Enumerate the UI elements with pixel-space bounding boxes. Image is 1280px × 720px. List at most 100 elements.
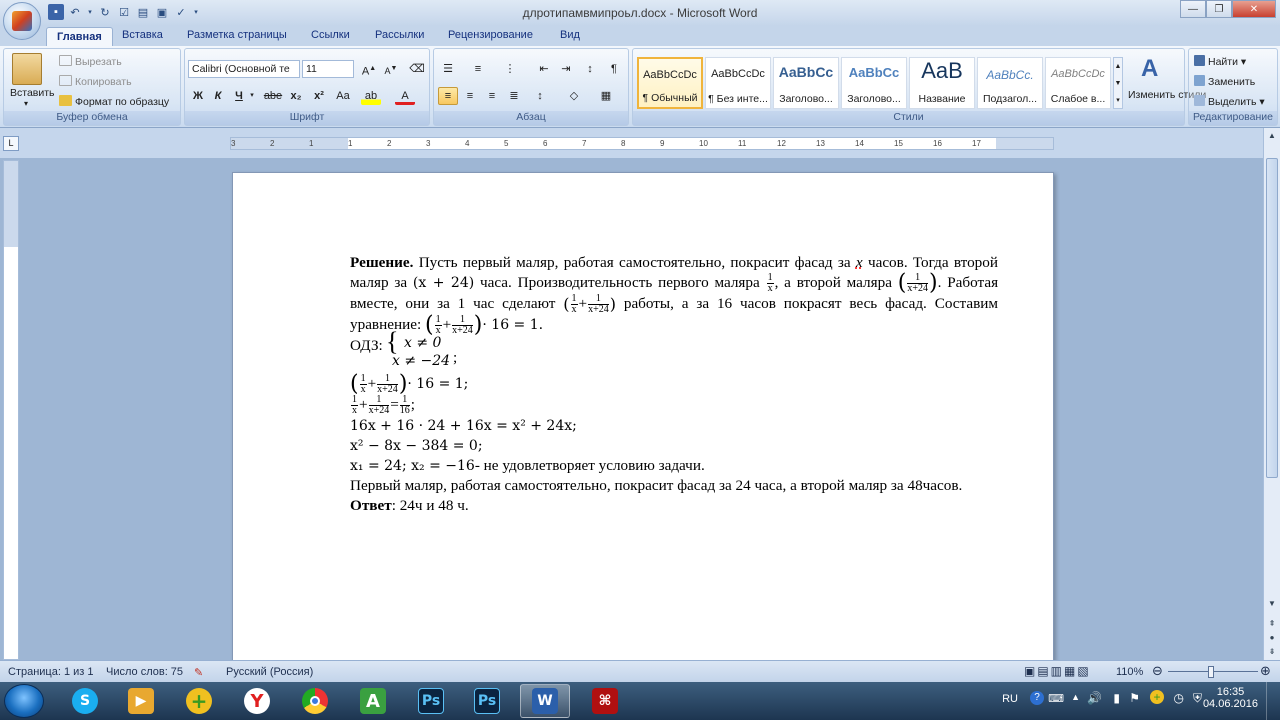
increase-indent-icon[interactable]: ⇥ <box>556 60 576 78</box>
clock[interactable]: 16:35 04.06.2016 <box>1203 686 1258 710</box>
style-title[interactable]: AaB Название <box>909 57 975 109</box>
tab-insert[interactable]: Вставка <box>122 29 163 41</box>
taskbar-acrobat[interactable]: ⌘ <box>580 684 630 718</box>
taskbar-skype[interactable]: S <box>60 684 110 718</box>
decrease-indent-icon[interactable]: ⇤ <box>534 60 554 78</box>
style-heading1[interactable]: AaBbCc Заголово... <box>773 57 839 109</box>
copy-button[interactable]: Копировать <box>59 75 132 88</box>
taskbar-media[interactable]: ▶ <box>116 684 166 718</box>
volume-icon[interactable]: 🔊 <box>1087 691 1102 705</box>
taskbar-chrome[interactable] <box>290 684 340 718</box>
cut-button[interactable]: Вырезать <box>59 55 122 68</box>
taskbar-plus-app[interactable]: + <box>174 684 224 718</box>
numbering-icon[interactable]: ≡ <box>468 60 488 78</box>
find-button[interactable]: Найти ▾ <box>1194 55 1246 68</box>
shrink-font-button[interactable]: A▼ <box>381 60 401 78</box>
vertical-scrollbar[interactable]: ▲ ▼ ⇞ ● ⇟ <box>1263 128 1280 660</box>
change-case-button[interactable]: Aa <box>333 87 353 105</box>
style-subtle-emphasis[interactable]: AaBbCcDc Слабое в... <box>1045 57 1111 109</box>
style-subtitle[interactable]: AaBbCc. Подзагол... <box>977 57 1043 109</box>
keyboard-icon[interactable]: ⌨ <box>1048 692 1064 705</box>
sort-icon[interactable]: ↕ <box>580 60 600 78</box>
tab-review[interactable]: Рецензирование <box>448 29 533 41</box>
align-left-icon[interactable]: ≡ <box>438 87 458 105</box>
tray-expand-icon[interactable]: ▲ <box>1071 692 1080 702</box>
maximize-button[interactable]: ❐ <box>1206 0 1232 18</box>
superscript-button[interactable]: x² <box>309 87 329 105</box>
change-styles-icon[interactable]: A <box>1141 55 1167 82</box>
font-size-combo[interactable]: 11 <box>302 60 354 78</box>
flag-icon[interactable]: ⚑ <box>1129 691 1140 705</box>
multilevel-list-icon[interactable]: ⋮ <box>500 60 520 78</box>
minimize-button[interactable]: — <box>1180 0 1206 18</box>
justify-icon[interactable]: ≣ <box>504 87 524 105</box>
vertical-ruler[interactable] <box>3 160 19 660</box>
font-color-icon[interactable]: A <box>395 87 415 105</box>
tab-selector-button[interactable]: L <box>3 136 19 151</box>
zoom-out-icon[interactable]: ⊖ <box>1152 663 1163 679</box>
tab-home[interactable]: Главная <box>46 27 113 46</box>
subscript-button[interactable]: x₂ <box>286 87 306 105</box>
font-name-combo[interactable]: Calibri (Основной те <box>188 60 300 78</box>
tab-references[interactable]: Ссылки <box>311 29 350 41</box>
style-normal[interactable]: AaBbCcDc ¶ Обычный <box>637 57 703 109</box>
taskbar-photoshop-1[interactable]: Ps <box>406 684 456 718</box>
clear-format-icon[interactable]: ⌫ <box>407 60 427 78</box>
underline-button[interactable]: Ч <box>229 87 249 105</box>
update-icon[interactable]: ◷ <box>1174 691 1184 705</box>
bold-button[interactable]: Ж <box>188 87 208 105</box>
grow-font-button[interactable]: A▲ <box>359 60 379 78</box>
help-icon[interactable]: ? <box>1030 691 1044 705</box>
highlight-icon[interactable]: ab <box>361 87 381 105</box>
tab-mailings[interactable]: Рассылки <box>375 29 424 41</box>
document-page[interactable]: Решение. Пусть первый маляр, работая сам… <box>232 172 1054 672</box>
align-center-icon[interactable]: ≡ <box>460 87 480 105</box>
view-buttons[interactable]: ▣▤▥▦▧ <box>1024 664 1091 678</box>
taskbar-photoshop-2[interactable]: Ps <box>462 684 512 718</box>
scroll-up-icon[interactable]: ▲ <box>1266 130 1278 142</box>
shading-icon[interactable]: ◇ <box>564 87 584 105</box>
bullets-icon[interactable]: ☰ <box>438 60 458 78</box>
taskbar-app-a[interactable]: A <box>348 684 398 718</box>
page-count[interactable]: Страница: 1 из 1 <box>8 666 94 678</box>
style-heading2[interactable]: AaBbCc Заголово... <box>841 57 907 109</box>
zoom-level[interactable]: 110% <box>1116 666 1143 678</box>
paste-dropdown-icon[interactable]: ▾ <box>24 99 28 108</box>
network-icon[interactable]: ▮ <box>1113 691 1120 705</box>
tab-page-layout[interactable]: Разметка страницы <box>187 29 287 41</box>
zoom-in-icon[interactable]: ⊕ <box>1260 663 1271 679</box>
browse-object-icon[interactable]: ● <box>1266 632 1278 644</box>
line-spacing-icon[interactable]: ↕ <box>530 87 550 105</box>
italic-button[interactable]: К <box>208 87 228 105</box>
paste-button[interactable]: Вставить <box>10 87 55 99</box>
plus-tray-icon[interactable]: + <box>1150 690 1164 704</box>
show-desktop-button[interactable] <box>1266 682 1280 720</box>
taskbar-word[interactable]: W <box>520 684 570 718</box>
show-marks-icon[interactable]: ¶ <box>604 60 624 78</box>
language-indicator[interactable]: Русский (Россия) <box>226 666 313 678</box>
word-count[interactable]: Число слов: 75 <box>106 666 183 678</box>
horizontal-ruler[interactable]: 3 2 1 1 2 3 4 5 6 7 8 9 10 11 12 13 14 15 16 17 <box>230 137 1054 150</box>
scroll-thumb[interactable] <box>1266 158 1278 478</box>
styles-scroll[interactable]: ▲ ▼ ▾ <box>1113 57 1123 109</box>
underline-dropdown-icon[interactable]: ▾ <box>247 87 257 105</box>
tab-view[interactable]: Вид <box>560 29 580 41</box>
format-painter-button[interactable]: Формат по образцу <box>59 95 169 108</box>
replace-button[interactable]: Заменить <box>1194 75 1255 88</box>
style-no-spacing[interactable]: AaBbCcDc ¶ Без инте... <box>705 57 771 109</box>
align-right-icon[interactable]: ≡ <box>482 87 502 105</box>
zoom-slider[interactable] <box>1208 666 1214 678</box>
document-body[interactable]: Решение. Пусть первый маляр, работая сам… <box>350 253 998 516</box>
select-button[interactable]: Выделить ▾ <box>1194 95 1265 108</box>
borders-icon[interactable]: ▦ <box>596 87 616 105</box>
paste-icon[interactable] <box>12 53 42 85</box>
shield-icon[interactable]: ⛨ <box>1193 691 1202 706</box>
language-indicator-tray[interactable]: RU <box>1002 693 1018 705</box>
taskbar-yandex[interactable]: Y <box>232 684 282 718</box>
strikethrough-button[interactable]: abe <box>263 87 283 105</box>
proofing-icon[interactable]: ✎ <box>194 666 203 679</box>
scroll-down-icon[interactable]: ▼ <box>1266 598 1278 610</box>
next-page-icon[interactable]: ⇟ <box>1266 646 1278 658</box>
prev-page-icon[interactable]: ⇞ <box>1266 618 1278 630</box>
close-button[interactable]: ✕ <box>1232 0 1276 18</box>
